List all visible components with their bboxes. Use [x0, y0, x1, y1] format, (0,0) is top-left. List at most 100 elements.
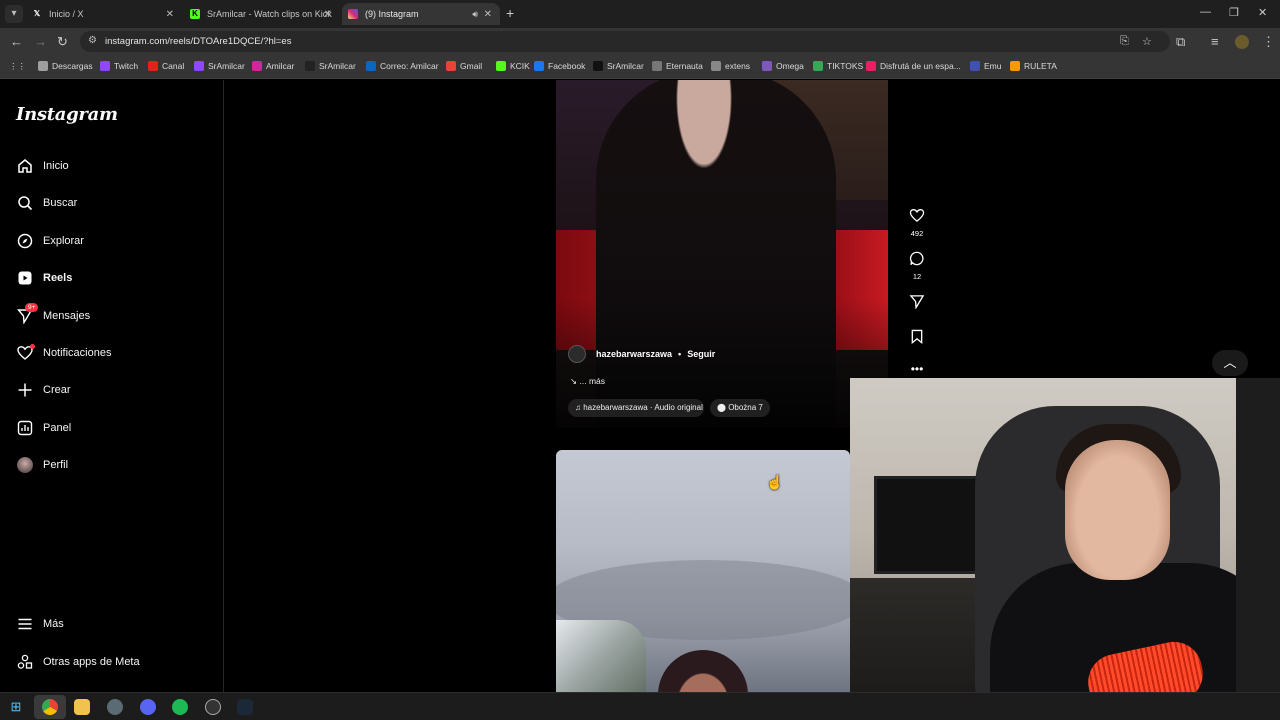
address-bar[interactable]: ⚙ instagram.com/reels/DTOAre1DQCE/?hl=es… — [80, 31, 1170, 52]
bookmark-item[interactable]: Descargas — [38, 61, 93, 71]
bookmark-favicon-icon — [866, 61, 876, 71]
nav-item-reels[interactable]: Reels — [16, 266, 72, 290]
close-tab-icon[interactable]: ✕ — [166, 9, 174, 20]
tab-kick[interactable]: K SrAmilcar - Watch clips on Kick ✕ — [184, 3, 340, 25]
nav-item-explorar[interactable]: Explorar — [16, 229, 84, 253]
apps-grid-icon[interactable]: ⋮⋮ — [9, 61, 26, 72]
kick-icon: K — [190, 9, 200, 19]
webcam-overlay — [850, 378, 1280, 720]
bookmark-label: Facebook — [548, 61, 586, 71]
nav-item-buscar[interactable]: Buscar — [16, 191, 77, 215]
nav-item-otras-apps[interactable]: Otras apps de Meta — [16, 650, 140, 674]
bookmark-item[interactable]: Amilcar — [252, 61, 294, 71]
tab-search-button[interactable]: ▾ — [5, 5, 23, 23]
plus-icon — [16, 381, 34, 399]
tab-x[interactable]: 𝕏 Inicio / X ✕ — [26, 3, 182, 25]
close-tab-icon[interactable]: ✕ — [324, 9, 332, 20]
reel-audio-pill[interactable]: ♫ hazebarwarszawa · Audio original — [568, 399, 704, 417]
bookmark-item[interactable]: Omega — [762, 61, 804, 71]
bookmark-item[interactable]: extens — [711, 61, 750, 71]
nav-item-crear[interactable]: Crear — [16, 378, 71, 402]
address-toolbar: ← → ↻ ⚙ instagram.com/reels/DTOAre1DQCE/… — [0, 28, 1280, 55]
like-button[interactable]: 492 — [904, 208, 930, 238]
reel-user-avatar[interactable] — [568, 345, 586, 363]
url-text[interactable]: instagram.com/reels/DTOAre1DQCE/?hl=es — [105, 36, 291, 47]
file-explorer-icon[interactable] — [74, 699, 90, 715]
site-info-icon[interactable]: ⚙ — [88, 35, 97, 46]
bookmark-item[interactable]: Disfrutá de un espa... — [866, 61, 961, 71]
bookmark-item[interactable]: Canal — [148, 61, 184, 71]
nav-item-mensajes[interactable]: 9+ Mensajes — [16, 303, 90, 328]
home-icon — [16, 157, 34, 175]
obs-icon[interactable] — [205, 699, 221, 715]
comment-count: 12 — [912, 272, 922, 281]
new-tab-button[interactable]: + — [506, 5, 514, 21]
messenger-icon: 9+ — [16, 303, 39, 325]
menu-kebab-icon[interactable]: ⋮ — [1262, 34, 1275, 50]
browser-tab-bar: ▾ 𝕏 Inicio / X ✕ K SrAmilcar - Watch cli… — [0, 0, 1280, 28]
bookmark-item[interactable]: SrAmilcar — [593, 61, 644, 71]
install-app-icon[interactable]: ⎘ — [1120, 35, 1129, 48]
speaker-icon[interactable]: 🔊︎ — [472, 9, 478, 20]
chrome-icon[interactable] — [42, 699, 58, 715]
reload-icon[interactable]: ↻ — [57, 34, 68, 50]
bookmark-label: Correo: Amilcar — [380, 61, 439, 71]
share-button[interactable] — [904, 294, 930, 314]
bookmark-item[interactable]: SrAmilcar — [194, 61, 245, 71]
bookmark-item[interactable]: KCIK — [496, 61, 530, 71]
extensions-icon[interactable]: ⧉ — [1176, 34, 1185, 50]
bookmark-item[interactable]: RULETA — [1010, 61, 1057, 71]
more-options-icon[interactable]: ••• — [904, 362, 930, 376]
nav-item-perfil[interactable]: Perfil — [16, 453, 68, 477]
reel-video-2[interactable] — [556, 450, 850, 692]
close-tab-icon[interactable]: ✕ — [484, 9, 492, 20]
save-button[interactable] — [904, 329, 930, 349]
music-note-icon: ♫ — [575, 403, 584, 412]
messages-badge: 9+ — [25, 303, 39, 312]
bookmarks-bar: ⋮⋮ Descargas Twitch Canal SrAmilcar Amilcar S… — [0, 55, 1280, 79]
reel-caption[interactable]: ↘ ... más — [570, 376, 605, 387]
bookmark-favicon-icon — [148, 61, 158, 71]
app-icon[interactable] — [107, 699, 123, 715]
minimize-icon[interactable]: — — [1200, 6, 1211, 18]
reel-username[interactable]: hazebarwarszawa — [596, 349, 672, 359]
restore-icon[interactable]: ❐ — [1229, 6, 1239, 19]
back-icon[interactable]: ← — [10, 34, 23, 49]
bookmark-item[interactable]: Eternauta — [652, 61, 703, 71]
mouse-cursor-icon: ☝ — [766, 474, 784, 490]
chart-icon — [16, 419, 34, 437]
windows-start-icon[interactable]: ⊞ — [8, 699, 24, 715]
bookmark-label: Emu — [984, 61, 1002, 71]
bookmark-star-icon[interactable]: ☆ — [1142, 35, 1152, 48]
bookmark-label: extens — [725, 61, 751, 71]
bookmark-item[interactable]: Facebook — [534, 61, 585, 71]
bookmark-item[interactable]: Twitch — [100, 61, 138, 71]
reel-follow-button[interactable]: Seguir — [687, 349, 715, 359]
tab-instagram[interactable]: (9) Instagram 🔊︎ ✕ — [342, 3, 500, 25]
bookmark-item[interactable]: TIKTOKS — [813, 61, 863, 71]
compass-icon — [16, 232, 34, 250]
profile-avatar[interactable] — [1235, 35, 1249, 49]
nav-item-notificaciones[interactable]: Notificaciones — [16, 341, 111, 365]
webcam-edge — [1236, 378, 1280, 720]
forward-icon[interactable]: → — [34, 34, 47, 49]
reel-tags: ♫ hazebarwarszawa · Audio original ⬤ Obo… — [568, 399, 770, 417]
bookmark-item[interactable]: Correo: Amilcar — [366, 61, 439, 71]
reel-location-pill[interactable]: ⬤ Obożna 7 — [710, 399, 770, 417]
discord-icon[interactable] — [140, 699, 156, 715]
scroll-up-button[interactable]: ︿ — [1212, 350, 1248, 376]
nav-item-inicio[interactable]: Inicio — [16, 154, 69, 178]
comment-button[interactable]: 12 — [904, 251, 930, 281]
nav-item-mas[interactable]: Más — [16, 612, 64, 636]
bookmark-item[interactable]: SrAmilcar — [305, 61, 356, 71]
nav-item-panel[interactable]: Panel — [16, 416, 71, 440]
bookmark-favicon-icon — [813, 61, 823, 71]
reel-video-1[interactable]: hazebarwarszawa • Seguir ↘ ... más ♫ haz… — [556, 80, 888, 428]
steam-icon[interactable] — [237, 699, 253, 715]
instagram-logo[interactable]: Instagram — [16, 104, 118, 125]
bookmark-item[interactable]: Gmail — [446, 61, 482, 71]
spotify-icon[interactable] — [172, 699, 188, 715]
media-controls-icon[interactable]: ≡ — [1211, 34, 1219, 49]
bookmark-item[interactable]: Emu — [970, 61, 1001, 71]
close-window-icon[interactable]: ✕ — [1258, 6, 1267, 19]
